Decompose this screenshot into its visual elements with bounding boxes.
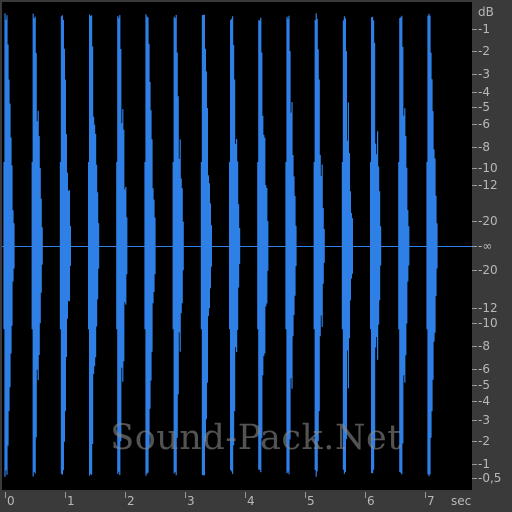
db-tick-mark xyxy=(472,92,477,93)
waveform-burst-core xyxy=(5,244,11,249)
waveform-burst-core xyxy=(146,244,152,249)
db-tick-mark xyxy=(472,420,477,421)
db-tick-mark xyxy=(472,168,477,169)
time-tick-label: 1 xyxy=(67,494,75,508)
waveform-burst-core xyxy=(258,244,265,249)
db-tick-mark xyxy=(472,369,477,370)
time-ruler[interactable]: 0 1 2 3 4 5 6 7 sec xyxy=(0,492,512,512)
time-tick-mark xyxy=(425,492,426,498)
waveform-burst xyxy=(88,14,100,476)
db-tick-label: -6 xyxy=(478,362,490,376)
waveform-burst xyxy=(200,14,212,476)
waveform-graph xyxy=(2,13,472,477)
db-tick-label: -8 xyxy=(478,339,490,353)
db-tick-label: -8 xyxy=(478,140,490,154)
waveform-burst-core xyxy=(371,244,378,249)
db-tick-label: -4 xyxy=(478,85,490,99)
time-tick-label: 2 xyxy=(127,494,135,508)
db-tick-mark xyxy=(472,185,477,186)
db-tick-label: -1 xyxy=(478,22,490,36)
waveform-burst-core xyxy=(399,244,406,249)
db-tick-mark xyxy=(472,29,477,30)
db-tick-label: -4 xyxy=(478,394,490,408)
time-tick-label: 3 xyxy=(187,494,195,508)
db-tick-mark xyxy=(472,270,477,271)
db-tick-mark xyxy=(472,107,477,108)
time-tick-mark xyxy=(185,492,186,498)
time-tick-label: 7 xyxy=(427,494,435,508)
waveform-burst xyxy=(144,14,156,476)
db-tick-mark xyxy=(472,385,477,386)
db-tick-label: -20 xyxy=(478,214,498,228)
db-tick-mark xyxy=(472,124,477,125)
waveform-burst xyxy=(285,15,297,475)
db-tick-label: -1 xyxy=(478,457,490,471)
waveform-burst-core xyxy=(174,244,181,249)
waveform-burst-core xyxy=(61,244,68,249)
db-tick-label: -20 xyxy=(478,263,498,277)
time-tick-label: 4 xyxy=(247,494,255,508)
db-tick-mark xyxy=(472,323,477,324)
waveform-burst-core xyxy=(287,244,293,249)
db-tick-label: -10 xyxy=(478,161,498,175)
waveform-burst xyxy=(59,15,71,475)
waveform-burst xyxy=(3,13,15,477)
db-unit-label: dB xyxy=(478,5,494,19)
db-tick-label: -6 xyxy=(478,117,490,131)
time-tick-mark xyxy=(5,492,6,498)
time-tick-mark xyxy=(125,492,126,498)
db-tick-mark xyxy=(472,74,477,75)
db-tick-mark xyxy=(472,246,477,247)
db-tick-mark xyxy=(472,401,477,402)
waveform-burst xyxy=(116,15,128,476)
waveform-burst-core xyxy=(117,244,124,249)
time-unit-label: sec xyxy=(451,494,472,508)
time-tick-label: 6 xyxy=(367,494,375,508)
waveform-burst xyxy=(229,16,241,474)
db-tick-mark xyxy=(472,147,477,148)
waveform-burst xyxy=(398,15,410,475)
waveform-burst xyxy=(257,17,269,473)
db-tick-mark xyxy=(472,346,477,347)
db-tick-mark xyxy=(472,478,477,479)
waveform-burst xyxy=(426,13,438,477)
time-tick-label: 5 xyxy=(307,494,315,508)
waveform-burst xyxy=(370,16,382,474)
db-tick-label: -2 xyxy=(478,434,490,448)
waveform-burst-core xyxy=(202,244,209,249)
waveform-burst xyxy=(313,13,325,477)
db-scale-axis: dB -1 -2 -3 -4 -5 -6 -8 -10 -12 -20 -∞ -20 -12 -10 -8 -6… xyxy=(472,0,512,492)
db-tick-label: -5 xyxy=(478,378,490,392)
waveform-display[interactable] xyxy=(2,2,472,490)
db-tick-mark xyxy=(472,464,477,465)
waveform-burst xyxy=(341,16,353,474)
waveform-burst xyxy=(31,13,43,477)
waveform-editor-view: Sound-Pack.Net dB -1 -2 -3 -4 -5 -6 -8 -10 -12 -20… xyxy=(0,0,512,512)
db-tick-label: -∞ xyxy=(478,239,493,253)
db-tick-label: -0,5 xyxy=(478,471,502,485)
db-tick-label: -12 xyxy=(478,301,498,315)
waveform-burst xyxy=(172,14,184,476)
db-tick-label: -3 xyxy=(478,413,490,427)
waveform-burst-core xyxy=(315,244,322,249)
db-tick-label: -3 xyxy=(478,67,490,81)
db-tick-label: -2 xyxy=(478,44,490,58)
db-tick-label: -5 xyxy=(478,100,490,114)
waveform-burst-core xyxy=(33,244,40,249)
waveform-burst-core xyxy=(89,244,96,249)
db-tick-mark xyxy=(472,441,477,442)
db-tick-mark xyxy=(472,51,477,52)
time-tick-mark xyxy=(305,492,306,498)
db-tick-mark xyxy=(472,308,477,309)
time-tick-mark xyxy=(65,492,66,498)
db-tick-label: -12 xyxy=(478,178,498,192)
db-tick-label: -10 xyxy=(478,316,498,330)
time-tick-label: 0 xyxy=(7,494,15,508)
waveform-burst-core xyxy=(230,244,237,249)
db-tick-mark xyxy=(472,221,477,222)
waveform-burst-core xyxy=(428,244,434,249)
time-tick-mark xyxy=(365,492,366,498)
waveform-burst-core xyxy=(343,244,350,249)
time-tick-mark xyxy=(245,492,246,498)
